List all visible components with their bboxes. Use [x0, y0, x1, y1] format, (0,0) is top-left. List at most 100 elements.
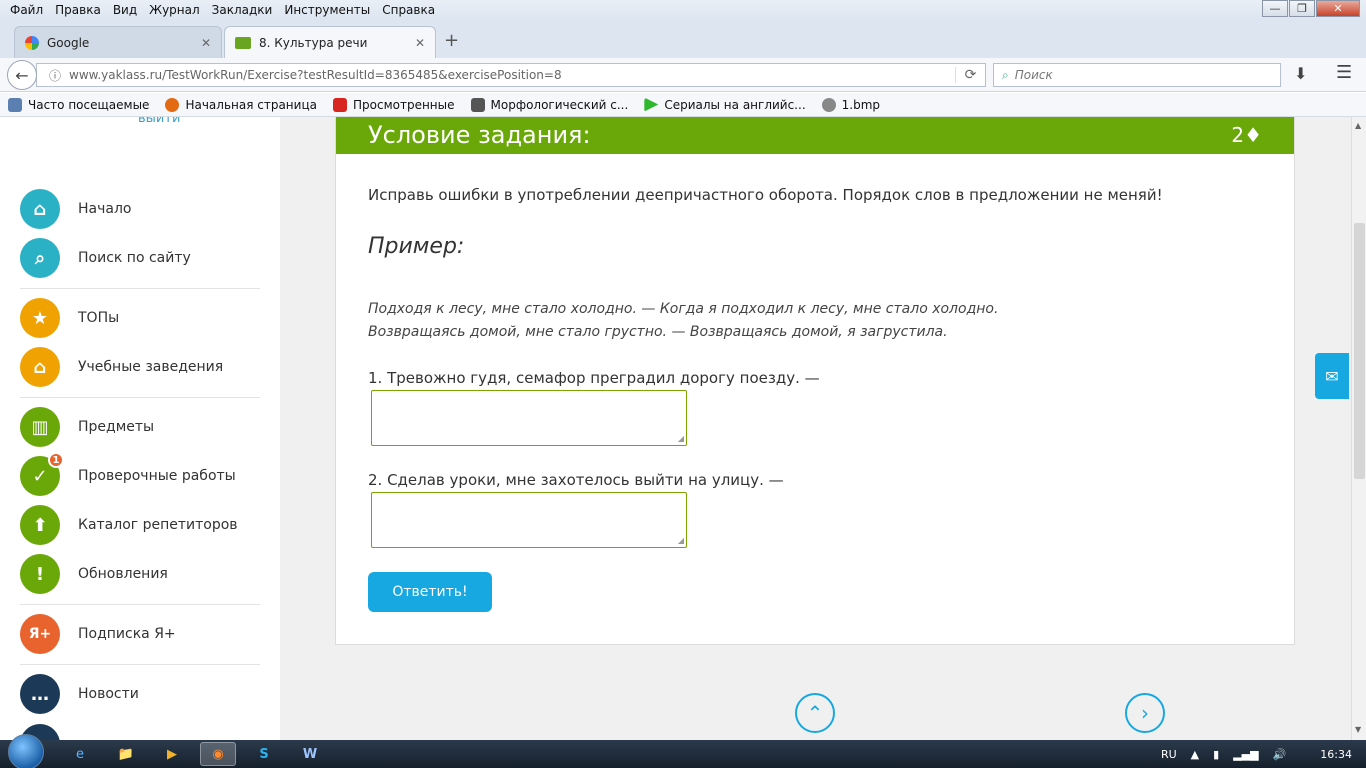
tab-close-icon[interactable]: ✕	[415, 36, 425, 50]
youtube-icon	[332, 97, 347, 112]
check-icon: ✓ 1	[20, 452, 64, 496]
bookmark-item[interactable]: 1.bmp	[821, 97, 880, 112]
sidebar-item-news[interactable]: … Новости	[20, 673, 139, 715]
word-icon[interactable]: W	[292, 742, 328, 766]
back-button[interactable]: ←	[7, 60, 37, 90]
search-placeholder: Поиск	[1014, 68, 1053, 82]
logout-link[interactable]: выйти	[138, 117, 180, 126]
windows-taskbar: e 📁 ▶ ◉ S W RU ▲ ▮ ▂▄▆ 🔊 16:34	[0, 734, 1366, 768]
url-bar[interactable]: ⓘ www.yaklass.ru/TestWorkRun/Exercise?te…	[36, 63, 986, 87]
maximize-button[interactable]: ❐	[1289, 0, 1315, 17]
ie-icon[interactable]: e	[62, 742, 98, 766]
sidebar-item-search[interactable]: ⌕ Поиск по сайту	[20, 237, 191, 279]
volume-icon[interactable]: 🔊	[1273, 748, 1287, 761]
battery-icon[interactable]: ▮	[1213, 748, 1219, 761]
page-content: выйти ⌂ Начало ⌕ Поиск по сайту ★ ТОПы ⌂…	[0, 117, 1366, 740]
sidebar: выйти ⌂ Начало ⌕ Поиск по сайту ★ ТОПы ⌂…	[0, 117, 280, 740]
language-indicator[interactable]: RU	[1161, 748, 1177, 761]
tray-arrow-icon[interactable]: ▲	[1191, 748, 1199, 761]
menu-edit[interactable]: Правка	[49, 3, 107, 17]
chat-icon: …	[20, 674, 60, 714]
clock[interactable]: 16:34	[1320, 748, 1352, 761]
tab-title: 8. Культура речи	[259, 35, 368, 50]
scroll-up-button[interactable]: ⌃	[795, 693, 835, 733]
chevron-right-icon: ›	[1141, 701, 1149, 725]
system-tray: RU ▲ ▮ ▂▄▆ 🔊 16:34	[1161, 740, 1352, 768]
sidebar-item-label: ТОПы	[78, 310, 120, 326]
tab-close-icon[interactable]: ✕	[201, 36, 211, 50]
answer-field-1[interactable]: ◢	[371, 390, 687, 446]
url-text[interactable]: www.yaklass.ru/TestWorkRun/Exercise?test…	[69, 68, 955, 82]
play-icon	[644, 97, 659, 112]
tab-google[interactable]: Google ✕	[14, 26, 222, 58]
hamburger-menu-icon[interactable]: ☰	[1336, 62, 1352, 83]
download-icon[interactable]: ⬇	[1294, 64, 1307, 83]
card-header: Условие задания: 2♦	[336, 117, 1294, 154]
scroll-up-arrow-icon[interactable]: ▲	[1355, 121, 1361, 130]
menu-help[interactable]: Справка	[376, 3, 441, 17]
new-tab-button[interactable]: +	[444, 30, 459, 51]
search-input[interactable]: ⌕ Поиск	[993, 63, 1281, 87]
sidebar-item-label: Учебные заведения	[78, 359, 224, 375]
bookmark-item[interactable]: Часто посещаемые	[8, 97, 149, 112]
sidebar-item-tops[interactable]: ★ ТОПы	[20, 297, 119, 339]
skype-icon[interactable]: S	[246, 742, 282, 766]
globe-icon	[821, 97, 836, 112]
nav-bar: ⓘ www.yaklass.ru/TestWorkRun/Exercise?te…	[0, 58, 1366, 92]
sidebar-item-label: Новости	[78, 686, 139, 702]
sidebar-item-tutors[interactable]: ⬆ Каталог репетиторов	[20, 504, 238, 546]
media-player-icon[interactable]: ▶	[154, 742, 190, 766]
start-button[interactable]	[8, 734, 44, 768]
answer-field-2[interactable]: ◢	[371, 492, 687, 548]
close-button[interactable]: ✕	[1316, 0, 1360, 17]
resize-grip-icon[interactable]: ◢	[678, 536, 684, 545]
bookmark-item[interactable]: Начальная страница	[165, 97, 317, 112]
home-icon: ⌂	[20, 189, 60, 229]
building-icon: ⌂	[20, 347, 60, 387]
example-line: Подходя к лесу, мне стало холодно. — Ког…	[368, 301, 999, 317]
bookmark-item[interactable]: Сериалы на английс...	[644, 97, 806, 112]
menu-tools[interactable]: Инструменты	[278, 3, 376, 17]
minimize-button[interactable]: —	[1262, 0, 1288, 17]
sidebar-item-schools[interactable]: ⌂ Учебные заведения	[20, 346, 223, 388]
sidebar-item-subscription[interactable]: Я+ Подписка Я+	[20, 613, 176, 655]
sidebar-item-subjects[interactable]: ▥ Предметы	[20, 406, 154, 448]
folder-icon[interactable]: 📁	[108, 742, 144, 766]
m-icon	[470, 97, 485, 112]
search-icon: ⌕	[1002, 67, 1009, 82]
exercise-card: Условие задания: 2♦ Исправь ошибки в упо…	[335, 117, 1295, 645]
tab-culture[interactable]: 8. Культура речи ✕	[224, 26, 436, 58]
menu-bookmarks[interactable]: Закладки	[206, 3, 279, 17]
sidebar-item-updates[interactable]: ! Обновления	[20, 553, 168, 595]
menu-history[interactable]: Журнал	[143, 3, 206, 17]
scroll-down-arrow-icon[interactable]: ▼	[1355, 725, 1361, 734]
google-icon	[25, 35, 39, 50]
divider	[20, 288, 260, 289]
notification-badge: 1	[48, 452, 64, 468]
vertical-scrollbar[interactable]: ▲ ▼	[1351, 117, 1366, 740]
bookmark-item[interactable]: Морфологический с...	[470, 97, 628, 112]
sidebar-item-label: Каталог репетиторов	[78, 517, 238, 533]
book-icon: ▥	[20, 407, 60, 447]
sidebar-item-home[interactable]: ⌂ Начало	[20, 188, 131, 230]
divider	[20, 604, 260, 605]
info-icon[interactable]: ⓘ	[49, 67, 69, 84]
resize-grip-icon[interactable]: ◢	[678, 434, 684, 443]
main-area: Условие задания: 2♦ Исправь ошибки в упо…	[280, 117, 1351, 740]
bookmark-item[interactable]: Просмотренные	[332, 97, 455, 112]
submit-button[interactable]: Ответить!	[368, 572, 492, 612]
scrollbar-thumb[interactable]	[1354, 223, 1365, 479]
signal-icon[interactable]: ▂▄▆	[1233, 748, 1258, 761]
menu-view[interactable]: Вид	[107, 3, 143, 17]
chevron-up-icon: ⌃	[806, 701, 824, 725]
feedback-mail-button[interactable]: ✉	[1315, 353, 1349, 399]
firefox-icon[interactable]: ◉	[200, 742, 236, 766]
bookmark-icon	[8, 97, 22, 112]
next-exercise-button[interactable]: ›	[1125, 693, 1165, 733]
book-icon	[235, 36, 251, 49]
menu-file[interactable]: Файл	[4, 3, 49, 17]
reload-icon[interactable]: ⟳	[955, 67, 985, 83]
sidebar-item-tests[interactable]: ✓ 1 Проверочные работы	[20, 452, 236, 497]
bookmarks-bar: Часто посещаемые Начальная страница Прос…	[0, 93, 1366, 117]
question-2: 2. Сделав уроки, мне захотелось выйти на…	[368, 471, 784, 489]
